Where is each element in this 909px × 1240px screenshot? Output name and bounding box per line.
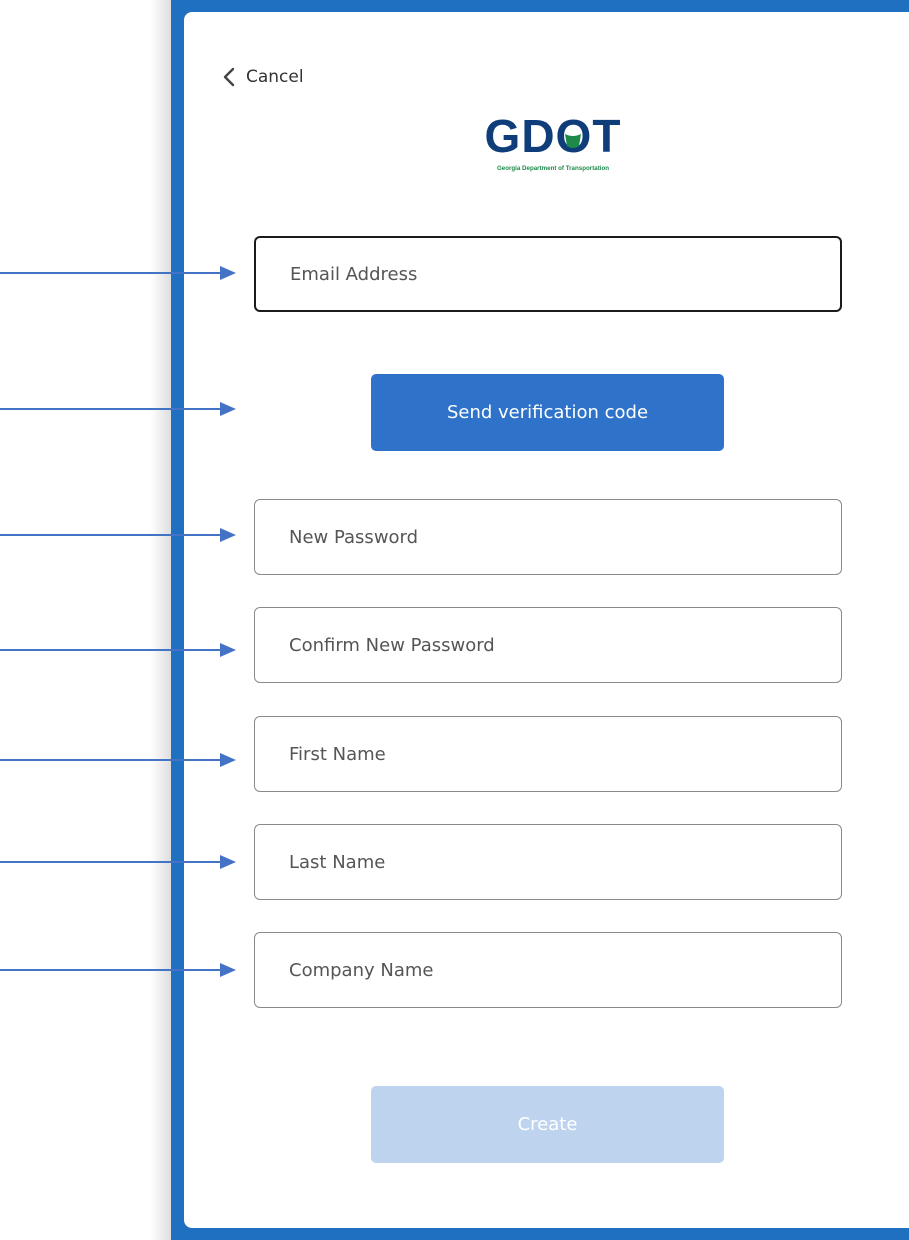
annotation-arrow-icon xyxy=(0,266,236,280)
chevron-left-icon xyxy=(223,67,235,87)
send-verification-code-button[interactable]: Send verification code xyxy=(371,374,724,451)
email-input[interactable] xyxy=(254,236,842,312)
logo-text: GDOT xyxy=(485,112,622,162)
annotation-arrow-icon xyxy=(0,528,236,542)
annotation-arrow-icon xyxy=(0,855,236,869)
company-name-input[interactable] xyxy=(254,932,842,1008)
gdot-logo: GDOT Georgia Department of Transportatio… xyxy=(485,112,622,172)
create-button[interactable]: Create xyxy=(371,1086,724,1163)
cancel-link[interactable]: Cancel xyxy=(222,64,304,90)
annotation-arrow-icon xyxy=(0,963,236,977)
logo-tagline: Georgia Department of Transportation xyxy=(497,165,609,172)
cancel-label: Cancel xyxy=(246,67,304,87)
last-name-input[interactable] xyxy=(254,824,842,900)
annotation-arrow-icon xyxy=(0,402,236,416)
first-name-input[interactable] xyxy=(254,716,842,792)
new-password-input[interactable] xyxy=(254,499,842,575)
confirm-password-input[interactable] xyxy=(254,607,842,683)
annotation-arrow-icon xyxy=(0,643,236,657)
annotation-arrow-icon xyxy=(0,753,236,767)
